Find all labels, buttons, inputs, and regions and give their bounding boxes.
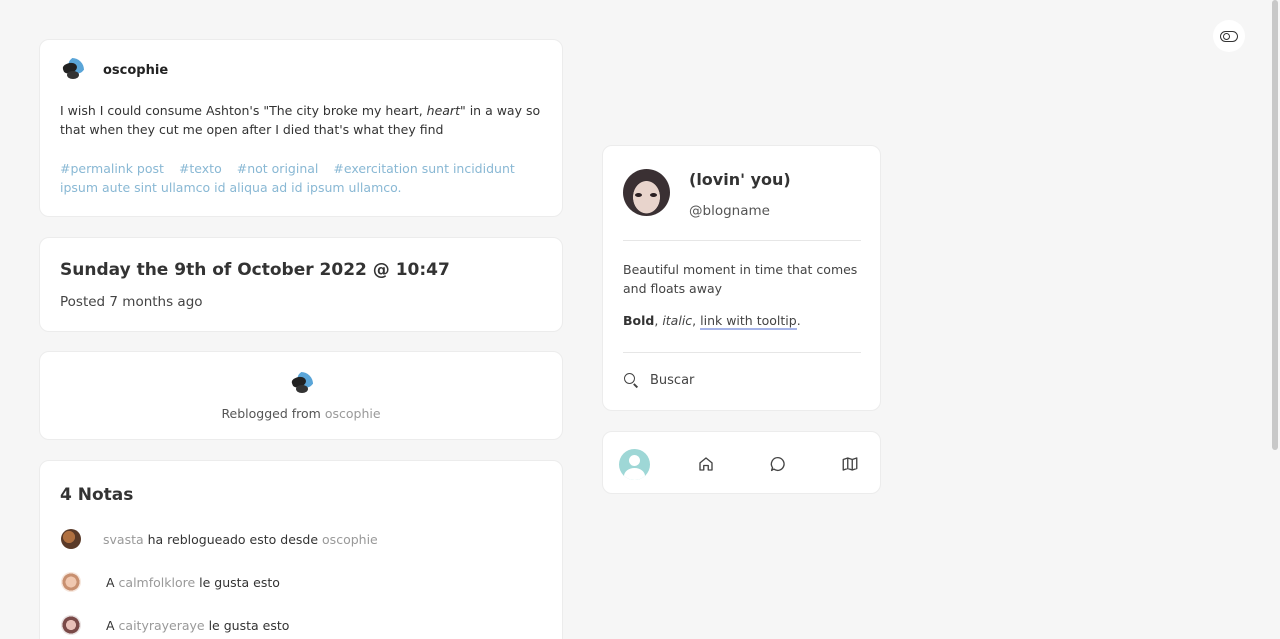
post-username[interactable]: oscophie <box>103 63 168 78</box>
tag-link[interactable]: #texto <box>179 161 222 176</box>
toggle-icon <box>1220 30 1238 42</box>
nav-home-button[interactable] <box>690 448 722 480</box>
scrollbar[interactable] <box>1270 0 1280 639</box>
note-source-link[interactable]: oscophie <box>322 532 378 547</box>
post-card: oscophie I wish I could consume Ashton's… <box>39 39 563 217</box>
post-date-subtitle: Posted 7 months ago <box>60 294 203 310</box>
theme-toggle-button[interactable] <box>1213 20 1245 52</box>
tooltip-link[interactable]: link with tooltip <box>700 313 797 330</box>
reblog-card: Reblogged from oscophie <box>39 351 563 440</box>
reblog-source-avatar[interactable] <box>289 372 313 396</box>
note-avatar[interactable] <box>61 572 81 592</box>
tag-link[interactable]: #permalink post <box>60 161 164 176</box>
search-label: Buscar <box>650 372 695 388</box>
notes-title: 4 Notas <box>60 485 134 505</box>
nav-card <box>602 431 881 494</box>
nav-map-button[interactable] <box>834 448 866 480</box>
profile-avatar[interactable] <box>623 169 670 216</box>
profile-card: (lovin' you) @blogname Beautiful moment … <box>602 145 881 411</box>
divider <box>623 240 861 241</box>
user-avatar-icon <box>618 448 650 480</box>
note-user-link[interactable]: caityrayeraye <box>119 618 205 633</box>
home-icon <box>699 457 713 471</box>
date-card: Sunday the 9th of October 2022 @ 10:47 P… <box>39 237 563 332</box>
blog-title[interactable]: (lovin' you) <box>689 170 791 189</box>
post-body: I wish I could consume Ashton's "The cit… <box>60 103 541 137</box>
note-user-link[interactable]: calmfolklore <box>119 575 196 590</box>
map-icon <box>842 457 858 471</box>
search-icon <box>623 372 639 388</box>
reblog-source-link[interactable]: oscophie <box>325 406 381 421</box>
post-avatar[interactable] <box>60 58 84 82</box>
note-item: A calmfolklore le gusta esto <box>61 572 280 592</box>
blog-handle: @blogname <box>689 203 770 219</box>
post-date-title[interactable]: Sunday the 9th of October 2022 @ 10:47 <box>60 260 450 280</box>
note-user-link[interactable]: svasta <box>103 532 144 547</box>
post-tags: #permalink post #texto #not original #exerc… <box>60 159 540 197</box>
blog-description: Beautiful moment in time that comes and … <box>623 262 858 296</box>
search-button[interactable]: Buscar <box>623 372 694 388</box>
reblog-text: Reblogged from oscophie <box>221 406 381 421</box>
note-avatar[interactable] <box>61 529 81 549</box>
blog-formatting-text: Bold, italic, link with tooltip. <box>623 313 801 330</box>
note-avatar[interactable] <box>61 615 81 635</box>
chat-bubble-icon <box>770 456 785 472</box>
notes-card: 4 Notas svasta ha reblogueado esto desde… <box>39 460 563 639</box>
tag-link[interactable]: #not original <box>237 161 319 176</box>
note-item: A caityrayeraye le gusta esto <box>61 615 289 635</box>
scrollbar-thumb[interactable] <box>1272 0 1278 450</box>
nav-avatar-button[interactable] <box>618 448 650 480</box>
nav-messages-button[interactable] <box>762 448 794 480</box>
divider <box>623 352 861 353</box>
post-header: oscophie <box>60 58 168 82</box>
note-item: svasta ha reblogueado esto desde oscophi… <box>61 529 378 549</box>
